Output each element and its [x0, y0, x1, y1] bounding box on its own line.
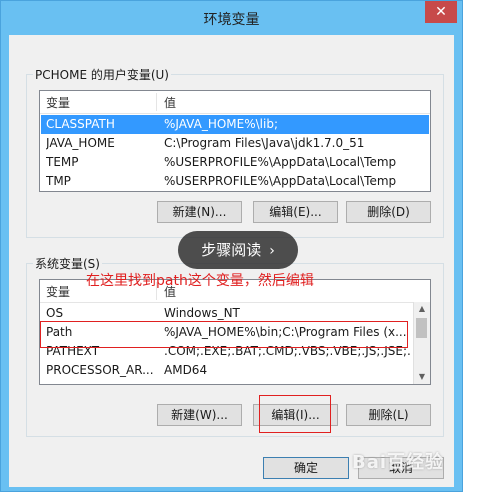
- variable-name: CLASSPATH: [46, 117, 115, 131]
- user-variables-group: PCHOME 的用户变量(U) 变量 值 CLASSPATH %JAVA_HOM…: [26, 66, 444, 238]
- variable-value: %USERPROFILE%\AppData\Local\Temp: [164, 174, 397, 188]
- close-icon: ✕: [435, 4, 447, 20]
- close-button[interactable]: ✕: [425, 1, 457, 23]
- chevron-right-icon: ›: [269, 243, 275, 259]
- user-variables-list-header: 变量 值: [40, 91, 430, 114]
- user-variables-label: PCHOME 的用户变量(U): [33, 66, 171, 83]
- user-edit-button[interactable]: 编辑(E)...: [253, 201, 338, 223]
- variable-value: AMD64: [164, 363, 208, 377]
- table-row[interactable]: TEMP %USERPROFILE%\AppData\Local\Temp: [41, 153, 429, 172]
- step-reading-label: 步骤阅读: [201, 241, 262, 259]
- column-header-variable[interactable]: 变量: [46, 94, 70, 111]
- column-header-value[interactable]: 值: [164, 94, 176, 111]
- path-row-highlight: [40, 321, 408, 348]
- column-separator[interactable]: [156, 93, 157, 111]
- vertical-scrollbar[interactable]: ▲ ▼: [413, 302, 430, 384]
- scroll-up-icon[interactable]: ▲: [414, 302, 430, 316]
- table-row[interactable]: PROCESSOR_AR... AMD64: [41, 361, 412, 380]
- table-row[interactable]: CLASSPATH %JAVA_HOME%\lib;: [41, 115, 429, 134]
- variable-value: Windows_NT: [164, 306, 240, 320]
- step-reading-overlay[interactable]: 步骤阅读 ›: [178, 231, 298, 269]
- variable-value: %JAVA_HOME%\lib;: [164, 117, 278, 131]
- user-delete-button[interactable]: 删除(D): [346, 201, 431, 223]
- edit-button-highlight: [259, 395, 331, 433]
- variable-value: C:\Program Files\Java\jdk1.7.0_51: [164, 136, 365, 150]
- system-delete-button[interactable]: 删除(L): [346, 404, 431, 426]
- annotation-text: 在这里找到path这个变量，然后编辑: [86, 273, 314, 289]
- table-row[interactable]: TMP %USERPROFILE%\AppData\Local\Temp: [41, 172, 429, 191]
- watermark-logo: Bai百经验: [352, 452, 445, 473]
- variable-value: %USERPROFILE%\AppData\Local\Temp: [164, 155, 397, 169]
- column-header-variable[interactable]: 变量: [46, 283, 70, 300]
- system-new-button[interactable]: 新建(W)...: [157, 404, 242, 426]
- variable-name: OS: [46, 306, 64, 320]
- user-new-button[interactable]: 新建(N)...: [157, 201, 242, 223]
- window-title: 环境变量: [203, 12, 260, 28]
- scroll-down-icon[interactable]: ▼: [414, 370, 430, 384]
- scroll-thumb[interactable]: [416, 318, 427, 338]
- ok-button[interactable]: 确定: [263, 457, 349, 479]
- user-variables-list[interactable]: 变量 值 CLASSPATH %JAVA_HOME%\lib; JAVA_HOM…: [39, 90, 431, 192]
- table-row[interactable]: JAVA_HOME C:\Program Files\Java\jdk1.7.0…: [41, 134, 429, 153]
- variable-name: TEMP: [46, 155, 79, 169]
- title-bar[interactable]: 环境变量 ✕: [1, 1, 462, 35]
- variable-name: TMP: [46, 174, 71, 188]
- variable-name: PROCESSOR_AR...: [46, 363, 154, 377]
- variable-name: JAVA_HOME: [46, 136, 115, 150]
